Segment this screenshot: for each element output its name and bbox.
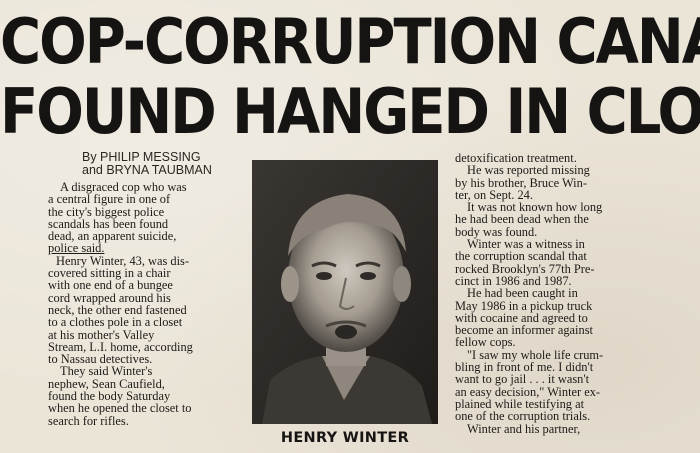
- text-line: He was reported missing: [467, 163, 590, 178]
- text-line: to a clothes pole in a closet: [48, 315, 183, 330]
- text-line: He had been caught in: [467, 286, 578, 301]
- text-line: when he opened the closet to: [48, 401, 192, 416]
- text-line: want to go jail . . . it wasn't: [455, 372, 590, 387]
- newspaper-clipping: COP-CORRUPTION CANARY FOUND HANGED IN CL…: [0, 0, 700, 453]
- text-line: They said Winter's: [60, 364, 153, 379]
- text-line: May 1986 in a pickup truck: [455, 298, 593, 313]
- headline-line-2: FOUND HANGED IN CLOSET: [0, 76, 700, 149]
- text-line: he had been dead when the: [455, 212, 589, 227]
- text-line: the corruption scandal that: [455, 249, 587, 264]
- article-column-left: A disgraced cop who was a central figure…: [48, 181, 236, 427]
- text-line: Winter and his partner,: [467, 421, 581, 436]
- text-line: one of the corruption trials.: [455, 409, 591, 424]
- byline: By PHILIP MESSING and BRYNA TAUBMAN: [82, 151, 212, 177]
- text-line: a central figure in one of: [48, 192, 171, 207]
- text-line: police said.: [48, 241, 105, 256]
- byline-author-2: and BRYNA TAUBMAN: [82, 163, 212, 177]
- text-line: at his mother's Valley: [48, 327, 155, 342]
- article-column-right: detoxification treatment. He was reporte…: [455, 152, 645, 435]
- portrait-image: [252, 160, 438, 424]
- text-line: fellow cops.: [455, 335, 516, 350]
- text-line: with one end of a bungee: [48, 278, 173, 293]
- headline-line-1: COP-CORRUPTION CANARY: [0, 6, 700, 79]
- photo-caption: HENRY WINTER: [280, 430, 410, 446]
- portrait-photo: [252, 160, 438, 424]
- text-line: search for rifles.: [48, 413, 129, 428]
